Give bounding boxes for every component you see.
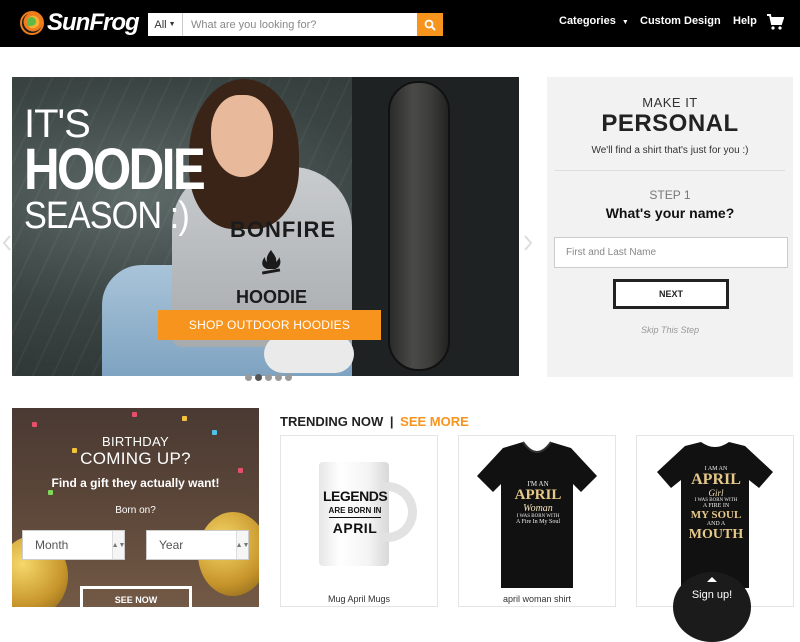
confetti — [182, 416, 187, 421]
search-icon — [424, 19, 436, 31]
personal-subtitle: We'll find a shirt that's just for you :… — [591, 145, 749, 156]
trending-title: TRENDING NOW — [280, 414, 384, 429]
product-card[interactable]: LEGENDS ARE BORN IN APRIL Mug April Mugs — [280, 435, 438, 607]
signup-button[interactable]: Sign up! — [673, 572, 751, 642]
birthday-title-1: BIRTHDAY — [102, 434, 169, 449]
carousel-dot[interactable] — [285, 374, 292, 381]
name-input[interactable] — [554, 237, 788, 268]
search-input[interactable] — [183, 13, 417, 36]
born-on-label: Born on? — [115, 505, 156, 516]
step-label: STEP 1 — [649, 188, 691, 202]
search-category-label: All — [154, 18, 167, 31]
birthday-title-2: COMING UP? — [80, 449, 191, 468]
top-header: SunFrog All ▼ Categories ▼ Custom Design… — [0, 0, 800, 47]
year-select-value: Year — [159, 538, 184, 552]
shirt-print-line: MY SOUL — [690, 509, 742, 521]
hoodie-print-top: BONFIRE — [230, 217, 336, 242]
skip-step-link[interactable]: Skip This Step — [547, 325, 793, 335]
search-bar: All ▼ — [148, 13, 443, 36]
mug-print-rule — [329, 517, 381, 518]
nav-categories-label: Categories — [559, 15, 616, 27]
trending-heading: TRENDING NOW | SEE MORE — [280, 414, 469, 429]
signup-label: Sign up! — [691, 589, 733, 601]
select-arrows-icon: ▲▼ — [236, 531, 249, 559]
product-card[interactable]: I'M AN APRIL Woman I WAS BORN WITH A Fir… — [458, 435, 616, 607]
sunfrog-logo[interactable]: SunFrog — [20, 9, 140, 37]
nav-categories[interactable]: Categories ▼ — [559, 15, 629, 27]
shirt-print-line: MOUTH — [688, 527, 744, 542]
shirt-print: I'M AN APRIL Woman I WAS BORN WITH A Fir… — [503, 480, 573, 525]
see-more-link[interactable]: SEE MORE — [400, 414, 469, 429]
carousel-dots — [245, 374, 292, 381]
shirt-print-line: A Fire In My Soul — [515, 519, 560, 525]
month-select-value: Month — [35, 538, 69, 552]
make-it-personal-panel: MAKE IT PERSONAL We'll find a shirt that… — [547, 77, 793, 377]
hero-headline: IT'S HOODIE SEASON :) — [24, 104, 235, 237]
search-button[interactable] — [417, 13, 443, 36]
see-now-button[interactable]: SEE NOW — [80, 586, 192, 607]
year-select[interactable]: Year ▲▼ — [146, 530, 249, 560]
month-select[interactable]: Month ▲▼ — [22, 530, 125, 560]
mug-print-line: LEGENDS — [323, 488, 388, 504]
carousel-dot[interactable] — [245, 374, 252, 381]
shirt-print-line: Woman — [523, 503, 553, 514]
shirt-print-line: APRIL — [691, 471, 741, 488]
trending-separator: | — [389, 414, 394, 429]
sunfrog-logo-icon — [20, 11, 44, 35]
mug-print-line: APRIL — [332, 520, 378, 536]
shirt-print: I AM AN APRIL Girl I WAS BORN WITH A FIR… — [683, 466, 749, 543]
carousel-dot[interactable] — [275, 374, 282, 381]
skateboard-image — [388, 81, 450, 371]
nav-help[interactable]: Help — [733, 15, 757, 27]
carousel-dot-active[interactable] — [255, 374, 262, 381]
product-title[interactable]: Mug April Mugs — [281, 594, 437, 604]
shirt-print-line: APRIL — [514, 487, 562, 503]
divider — [555, 170, 785, 171]
shirt-print-line: Girl — [708, 488, 724, 498]
product-title[interactable]: april woman shirt — [459, 594, 615, 604]
next-button[interactable]: NEXT — [613, 279, 729, 309]
hero-line-3: SEASON :) — [24, 195, 190, 237]
caret-down-icon: ▼ — [168, 21, 176, 28]
select-arrows-icon: ▲▼ — [112, 531, 125, 559]
search-category-select[interactable]: All ▼ — [148, 13, 183, 36]
cart-icon[interactable] — [766, 13, 784, 31]
caret-down-icon: ▼ — [621, 19, 629, 26]
hoodie-print-bottom: HOODIE — [236, 287, 308, 307]
caret-up-icon — [707, 577, 717, 582]
birthday-promo: BIRTHDAY COMING UP? Find a gift they act… — [12, 408, 259, 607]
hero-banner[interactable]: BONFIRE HOODIE IT'S HOODIE SEASON :) SHO… — [12, 77, 519, 376]
shop-outdoor-hoodies-button[interactable]: SHOP OUTDOOR HOODIES — [158, 310, 381, 340]
carousel-dot[interactable] — [265, 374, 272, 381]
carousel-next-icon[interactable] — [523, 234, 533, 252]
brand-name: SunFrog — [47, 9, 140, 36]
nav-custom-design[interactable]: Custom Design — [640, 15, 721, 27]
confetti — [132, 412, 137, 417]
carousel-prev-icon[interactable] — [2, 234, 12, 252]
model-sneaker — [264, 335, 354, 373]
campfire-icon — [261, 250, 281, 275]
confetti — [48, 490, 53, 495]
make-it-label: MAKE IT — [642, 95, 698, 110]
confetti — [32, 422, 37, 427]
personal-title: PERSONAL — [601, 110, 739, 137]
mug-print-line: ARE BORN IN — [328, 506, 382, 515]
birthday-subtitle: Find a gift they actually want! — [51, 476, 220, 490]
mug-print: LEGENDS ARE BORN IN APRIL — [323, 488, 388, 536]
name-question: What's your name? — [605, 205, 735, 221]
hero-line-2: HOODIE — [24, 137, 206, 202]
